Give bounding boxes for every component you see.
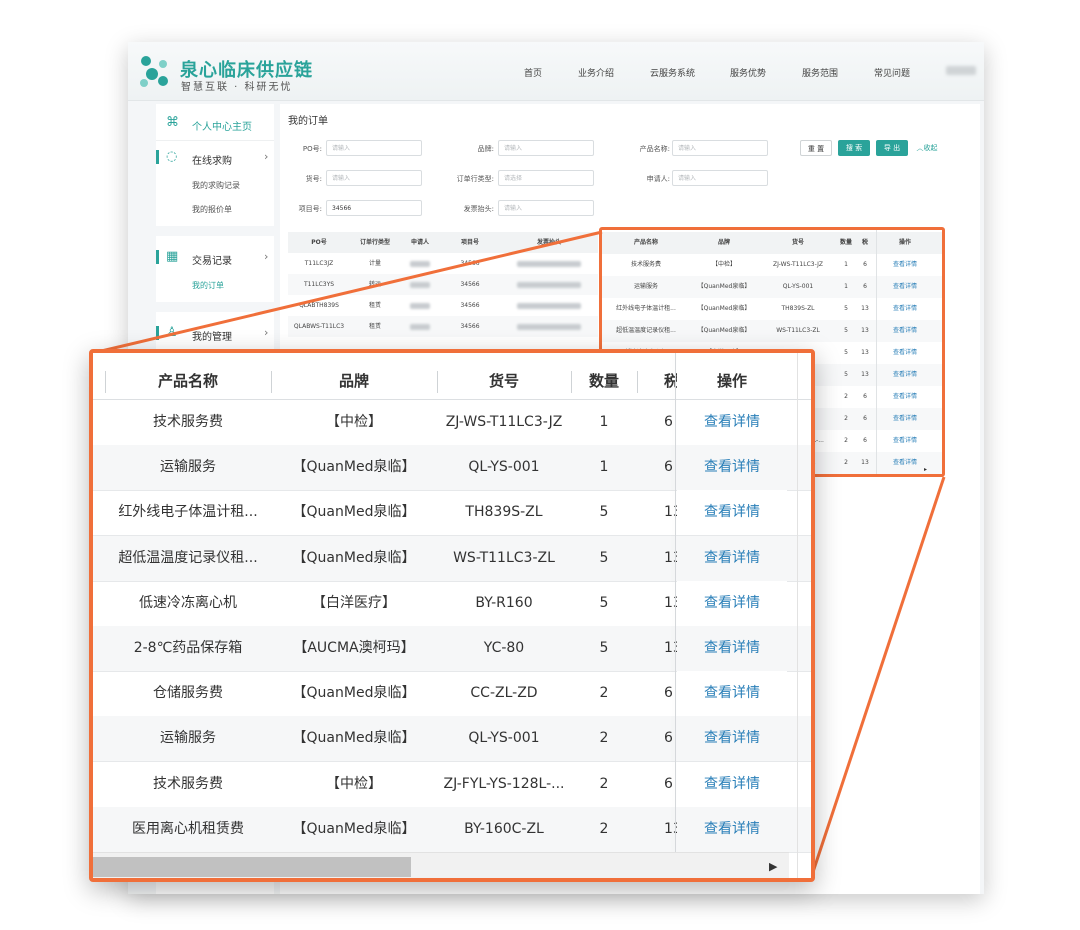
zoomed-table-panel: 产品名称 品牌 货号 数量 税 操作 技术服务费 【中检】 ZJ-WS-T11LC3… [89,349,815,882]
tax-cell: 13 [664,640,677,656]
scrollbar-thumb[interactable] [93,857,411,877]
quantity-cell: 1 [599,459,609,476]
sku-cell: BY-160C-ZL [464,820,544,837]
fixed-column-divider [675,353,676,852]
product-cell: 仓储服务费 [153,685,223,702]
quantity-cell: 5 [599,640,609,656]
quantity-cell: 2 [599,685,609,702]
table-row[interactable]: 仓储服务费 【QuanMed泉临】 CC-ZL-ZD 2 6查看详情 [93,671,811,718]
view-details-link[interactable]: 查看详情 [677,716,787,762]
quantity-cell: 2 [599,730,609,747]
sku-cell: YC-80 [483,640,525,656]
sku-cell: WS-T11LC3-ZL [453,549,555,566]
brand-cell: 【QuanMed泉临】 [292,820,416,837]
product-cell: 2-8℃药品保存箱 [133,640,243,656]
brand-cell: 【QuanMed泉临】 [292,459,416,476]
tax-cell: 6 [664,459,673,476]
tax-cell: 13 [664,820,677,837]
quantity-cell: 5 [599,549,609,566]
brand-cell: 【中检】 [326,414,382,430]
brand-cell: 【QuanMed泉临】 [292,549,416,566]
sku-cell: ZJ-FYL-YS-128L-... [443,775,565,792]
brand-cell: 【AUCMA澳柯玛】 [293,640,415,656]
sku-cell: QL-YS-001 [468,459,540,476]
quantity-cell: 2 [599,775,609,792]
brand-cell: 【QuanMed泉临】 [292,504,416,521]
table-row[interactable]: 2-8℃药品保存箱 【AUCMA澳柯玛】 YC-80 5 13查看详情 [93,626,811,672]
column-header-tax: 税 [664,372,680,390]
view-details-link[interactable]: 查看详情 [677,806,787,852]
product-cell: 低速冷冻离心机 [139,594,237,611]
view-details-link[interactable]: 查看详情 [677,671,787,717]
view-details-link[interactable]: 查看详情 [677,761,787,807]
product-cell: 红外线电子体温计租... [118,504,258,521]
tax-cell: 13 [664,594,677,611]
column-header-quantity: 数量 [588,372,619,390]
sku-cell: CC-ZL-ZD [470,685,538,702]
sku-cell: BY-R160 [475,594,533,611]
table-row[interactable]: 红外线电子体温计租... 【QuanMed泉临】 TH839S-ZL 5 13查看详情 [93,490,811,537]
product-cell: 运输服务 [160,730,216,747]
table-row[interactable]: 医用离心机租赁费 【QuanMed泉临】 BY-160C-ZL 2 13查看详情 [93,806,811,853]
tax-cell: 6 [664,730,673,747]
table-row[interactable]: 超低温温度记录仪租... 【QuanMed泉临】 WS-T11LC3-ZL 5 13查看… [93,535,811,582]
table-header: 产品名称 品牌 货号 数量 税 操作 [93,353,811,400]
product-cell: 技术服务费 [153,414,223,430]
column-header-brand: 品牌 [338,372,369,390]
table-row[interactable]: 运输服务 【QuanMed泉临】 QL-YS-001 1 6 查看详情 [93,445,811,492]
table-row[interactable]: 运输服务 【QuanMed泉临】 QL-YS-001 2 6查看详情 [93,716,811,763]
vertical-scroll-track[interactable] [797,353,798,878]
quantity-cell: 1 [599,414,609,430]
product-cell: 技术服务费 [153,775,223,792]
horizontal-scrollbar[interactable]: ▶ [93,852,789,878]
quantity-cell: 2 [599,820,609,837]
table-row[interactable]: 技术服务费 【中检】 ZJ-WS-T11LC3-JZ 1 6 查看详情 [93,400,811,446]
view-details-link[interactable]: 查看详情 [677,535,787,581]
product-cell: 超低温温度记录仪租... [118,549,258,566]
tax-cell: 6 [664,414,673,430]
column-header-action: 操作 [677,353,787,399]
tax-cell: 6 [664,685,673,702]
view-details-link[interactable]: 查看详情 [677,580,787,626]
view-details-link[interactable]: 查看详情 [677,400,787,445]
product-cell: 运输服务 [160,459,216,476]
tax-cell: 13 [664,549,677,566]
view-details-link[interactable]: 查看详情 [677,490,787,536]
column-header-product: 产品名称 [157,372,218,390]
product-cell: 医用离心机租赁费 [132,820,244,837]
sku-cell: QL-YS-001 [468,730,540,747]
table-row[interactable]: 技术服务费 【中检】 ZJ-FYL-YS-128L-... 2 6查看详情 [93,761,811,808]
column-header-sku: 货号 [488,372,519,390]
view-details-link[interactable]: 查看详情 [677,445,787,491]
brand-cell: 【QuanMed泉临】 [292,685,416,702]
sku-cell: TH839S-ZL [465,504,543,521]
table-row[interactable]: 低速冷冻离心机 【白洋医疗】 BY-R160 5 13查看详情 [93,580,811,627]
scroll-right-arrow-icon[interactable]: ▶ [769,860,777,873]
sku-cell: ZJ-WS-T11LC3-JZ [445,414,563,430]
tax-cell: 6 [664,775,673,792]
quantity-cell: 5 [599,504,609,521]
quantity-cell: 5 [599,594,609,611]
brand-cell: 【中检】 [326,775,382,792]
tax-cell: 13 [664,504,677,521]
view-details-link[interactable]: 查看详情 [677,626,787,671]
brand-cell: 【QuanMed泉临】 [292,730,416,747]
brand-cell: 【白洋医疗】 [312,594,396,611]
